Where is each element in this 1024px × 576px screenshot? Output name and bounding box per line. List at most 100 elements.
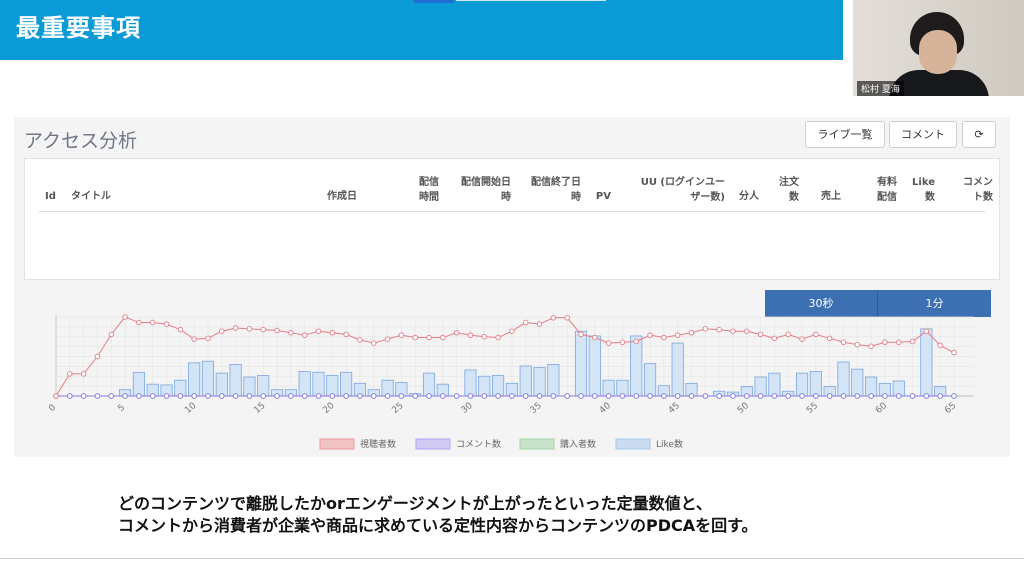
series-point xyxy=(757,393,764,399)
series-point xyxy=(219,328,225,334)
legend-label: コメント数 xyxy=(456,438,501,450)
panel-title: アクセス分析 xyxy=(24,130,138,152)
series-point xyxy=(730,328,736,334)
series-point xyxy=(592,393,598,399)
series-point xyxy=(329,393,336,399)
series-point xyxy=(702,326,709,332)
like-bar xyxy=(851,368,864,397)
series-point xyxy=(163,321,170,327)
like-bar xyxy=(754,376,767,397)
series-point xyxy=(453,330,460,336)
banner-tab-line xyxy=(456,0,606,1)
series-point xyxy=(688,330,695,336)
table-header-cell: コメン ト数 xyxy=(963,177,993,203)
series-point xyxy=(232,325,239,331)
like-bar xyxy=(865,376,878,397)
series-point xyxy=(481,393,488,399)
table-header-cell: 配信開始日時 xyxy=(461,177,511,203)
caption-line-2: コメントから消費者が企業や商品に求めている定性内容からコンテンツのPDCAを回す… xyxy=(118,516,758,535)
series-point xyxy=(578,331,584,338)
table-header-cell: 注文数 xyxy=(779,177,799,203)
caption: どのコンテンツで離脱したかorエンゲージメントが上がったといった定量数値と、 コ… xyxy=(118,493,758,537)
series-point xyxy=(274,327,280,334)
series-point xyxy=(426,393,432,399)
series-point xyxy=(564,315,570,321)
series-point xyxy=(619,393,626,399)
like-bar xyxy=(188,362,201,397)
series-point xyxy=(854,393,861,399)
like-bar xyxy=(201,360,215,397)
series-point xyxy=(716,326,722,333)
series-point xyxy=(868,343,874,349)
series-point xyxy=(343,331,349,338)
series-point xyxy=(882,393,888,399)
series-point xyxy=(136,319,142,326)
series-point xyxy=(301,393,308,399)
series-point xyxy=(909,338,916,345)
series-point xyxy=(688,393,695,399)
series-point xyxy=(149,319,156,326)
like-bar xyxy=(809,371,822,397)
series-point xyxy=(384,393,391,399)
legend-label: Like数 xyxy=(656,438,683,450)
access-analysis-panel: アクセス分析 ライブ一覧 コメント ⟳ Id タイトル 作成日 配信 時間 配信開始日時配… xyxy=(14,117,1010,457)
series-point xyxy=(440,334,446,341)
like-bar xyxy=(920,328,933,397)
series-point xyxy=(453,393,460,399)
series-point xyxy=(177,393,184,399)
series-point xyxy=(854,341,861,348)
series-point xyxy=(937,342,943,349)
series-point xyxy=(509,393,515,399)
like-bar xyxy=(422,372,436,397)
series-point xyxy=(757,331,764,338)
series-point xyxy=(895,393,902,399)
series-point xyxy=(246,326,253,332)
series-point xyxy=(674,393,681,399)
series-point xyxy=(661,393,667,399)
x-tick-label: 25 xyxy=(390,401,405,416)
series-point xyxy=(67,393,73,399)
table-header-cell: 有料 配信 xyxy=(877,177,897,203)
series-point xyxy=(730,393,736,399)
presenter-face xyxy=(919,30,957,74)
like-bar xyxy=(312,371,325,397)
x-tick-label: 40 xyxy=(598,401,613,416)
live-list-button[interactable]: ライブ一覧 xyxy=(805,121,885,148)
like-bar xyxy=(478,375,491,397)
series-point xyxy=(122,314,128,320)
legend-label: 購入者数 xyxy=(560,438,596,450)
series-point xyxy=(343,393,349,399)
series-point xyxy=(799,336,805,342)
x-tick-label: 20 xyxy=(321,401,336,416)
refresh-icon[interactable]: ⟳ xyxy=(962,121,996,148)
series-point xyxy=(177,326,184,333)
title-banner: 最重要事項 xyxy=(0,0,843,60)
series-point xyxy=(813,393,819,399)
banner-title: 最重要事項 xyxy=(16,14,141,42)
series-point xyxy=(771,335,778,342)
series-point xyxy=(94,393,101,399)
series-point xyxy=(288,393,294,399)
series-point xyxy=(522,319,529,326)
series-point xyxy=(868,393,874,399)
analytics-table: Id タイトル 作成日 配信 時間 配信開始日時配信終了日時 PV UU (ログインユー ザー数… xyxy=(24,158,1000,280)
bottom-divider xyxy=(0,558,1024,559)
series-point xyxy=(909,393,916,399)
series-point xyxy=(219,393,225,399)
x-tick-label: 60 xyxy=(874,401,889,416)
series-point xyxy=(80,371,87,377)
series-point xyxy=(108,331,115,338)
like-bar xyxy=(215,372,228,397)
series-point xyxy=(440,393,446,399)
table-header-divider xyxy=(39,211,985,212)
series-point xyxy=(674,332,681,338)
like-bar xyxy=(229,364,242,397)
comment-button[interactable]: コメント xyxy=(889,121,957,148)
x-tick-label: 5 xyxy=(116,403,127,414)
series-point xyxy=(274,393,280,399)
series-point xyxy=(371,393,377,399)
like-bar xyxy=(533,367,546,397)
like-bar xyxy=(298,371,311,397)
series-point xyxy=(371,340,377,346)
series-point xyxy=(647,332,653,338)
